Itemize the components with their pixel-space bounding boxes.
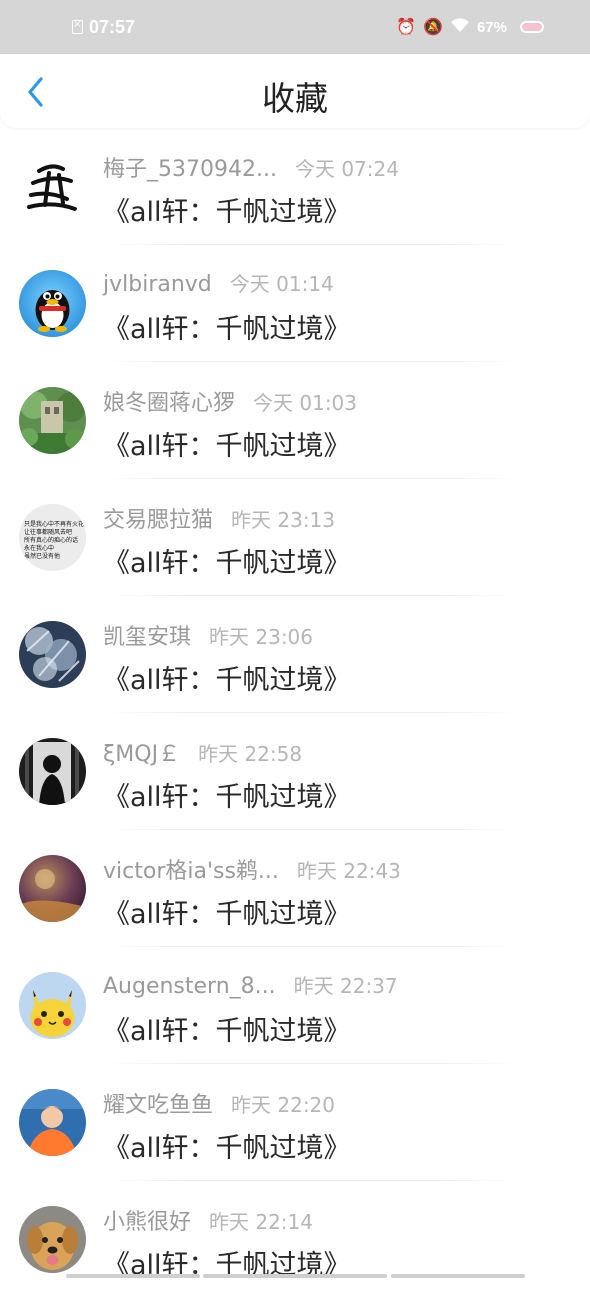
avatar-text: 只是我心中不再有火花 [24, 520, 84, 528]
timestamp: 昨天 22:43 [296, 859, 401, 883]
username[interactable]: 梅子_5370942... [103, 151, 277, 183]
list-item[interactable]: 耀文吃鱼鱼 昨天 22:20 《all轩：千帆过境》 [0, 1064, 590, 1181]
top-bar: 收藏 [0, 54, 590, 128]
username[interactable]: victor格ia'ss鹈... [103, 853, 279, 885]
avatar[interactable] [19, 270, 86, 337]
avatar[interactable] [19, 1206, 86, 1273]
page-title: 收藏 [262, 79, 328, 118]
list-item[interactable]: victor格ia'ss鹈... 昨天 22:43 《all轩：千帆过境》 [0, 830, 590, 947]
username[interactable]: ξMQJ￡ [103, 736, 180, 768]
favorites-list: 梅子_5370942... 今天 07:24 《all轩：千帆过境》 jvlbi… [0, 128, 590, 1298]
timestamp: 昨天 22:58 [198, 742, 303, 766]
username[interactable]: 交易腮拉猫 [103, 502, 213, 534]
username[interactable]: Augenstern_8... [103, 974, 276, 999]
silent-icon: 🔕 [423, 17, 443, 36]
avatar[interactable] [19, 1089, 86, 1156]
alarm-icon: ⏰ [396, 17, 417, 36]
list-item[interactable]: jvlbiranvd 今天 01:14 《all轩：千帆过境》 [0, 245, 590, 362]
avatar[interactable] [19, 153, 86, 220]
item-title[interactable]: 《all轩：千帆过境》 [103, 541, 351, 580]
avatar[interactable] [19, 387, 86, 454]
timestamp: 今天 01:03 [253, 391, 358, 415]
list-item[interactable]: Augenstern_8... 昨天 22:37 《all轩：千帆过境》 [0, 947, 590, 1064]
avatar[interactable] [19, 738, 86, 805]
battery-percent: 67% [476, 18, 507, 36]
username[interactable]: 小熊很好 [103, 1204, 191, 1236]
timestamp: 昨天 23:06 [209, 625, 314, 649]
list-item[interactable]: ξMQJ￡ 昨天 22:58 《all轩：千帆过境》 [0, 713, 590, 830]
list-item[interactable]: 娘冬圈蒋心猡 今天 01:03 《all轩：千帆过境》 [0, 362, 590, 479]
status-time: 07:57 [89, 16, 136, 37]
timestamp: 昨天 22:20 [231, 1093, 336, 1117]
item-title[interactable]: 《all轩：千帆过境》 [103, 775, 351, 814]
item-title[interactable]: 《all轩：千帆过境》 [103, 892, 351, 931]
timestamp: 昨天 22:14 [209, 1210, 314, 1234]
item-title[interactable]: 《all轩：千帆过境》 [103, 1009, 351, 1048]
username[interactable]: jvlbiranvd [103, 272, 212, 297]
avatar[interactable] [19, 972, 86, 1039]
username[interactable]: 凯玺安琪 [103, 619, 191, 651]
scroll-hint-bar [203, 1274, 387, 1278]
sim-off-icon [72, 18, 83, 34]
item-title[interactable]: 《all轩：千帆过境》 [103, 658, 351, 697]
list-item[interactable]: 只是我心中不再有火花 让往事都随风去吧 所有真心的痴心的话 永在我心中 虽然已没… [0, 479, 590, 596]
avatar[interactable] [19, 855, 86, 922]
username[interactable]: 娘冬圈蒋心猡 [103, 385, 235, 417]
item-title[interactable]: 《all轩：千帆过境》 [103, 1126, 351, 1165]
avatar[interactable]: 只是我心中不再有火花 让往事都随风去吧 所有真心的痴心的话 永在我心中 虽然已没… [19, 504, 86, 571]
list-item[interactable]: 梅子_5370942... 今天 07:24 《all轩：千帆过境》 [0, 128, 590, 245]
item-title[interactable]: 《all轩：千帆过境》 [103, 307, 351, 346]
avatar[interactable] [19, 621, 86, 688]
avatar-text: 所有真心的痴心的话 [24, 536, 78, 544]
timestamp: 昨天 23:13 [231, 508, 336, 532]
battery-icon [520, 21, 544, 33]
timestamp: 今天 01:14 [229, 272, 334, 296]
item-title[interactable]: 《all轩：千帆过境》 [103, 190, 351, 229]
scroll-hint-bar [391, 1274, 525, 1278]
list-item[interactable]: 小熊很好 昨天 22:14 《all轩：千帆过境》 [0, 1181, 590, 1298]
timestamp: 昨天 22:37 [293, 974, 398, 998]
timestamp: 今天 07:24 [294, 157, 399, 181]
username[interactable]: 耀文吃鱼鱼 [103, 1087, 213, 1119]
item-title[interactable]: 《all轩：千帆过境》 [103, 424, 351, 463]
wifi-icon [450, 17, 470, 37]
avatar-text: 让往事都随风去吧 [24, 528, 72, 536]
scroll-hint-bar [66, 1274, 200, 1278]
list-item[interactable]: 凯玺安琪 昨天 23:06 《all轩：千帆过境》 [0, 596, 590, 713]
avatar-text: 永在我心中 [24, 544, 54, 552]
avatar-text: 虽然已没有他 [24, 552, 60, 560]
status-bar: 07:57 ⏰ 🔕 67% [0, 0, 590, 54]
